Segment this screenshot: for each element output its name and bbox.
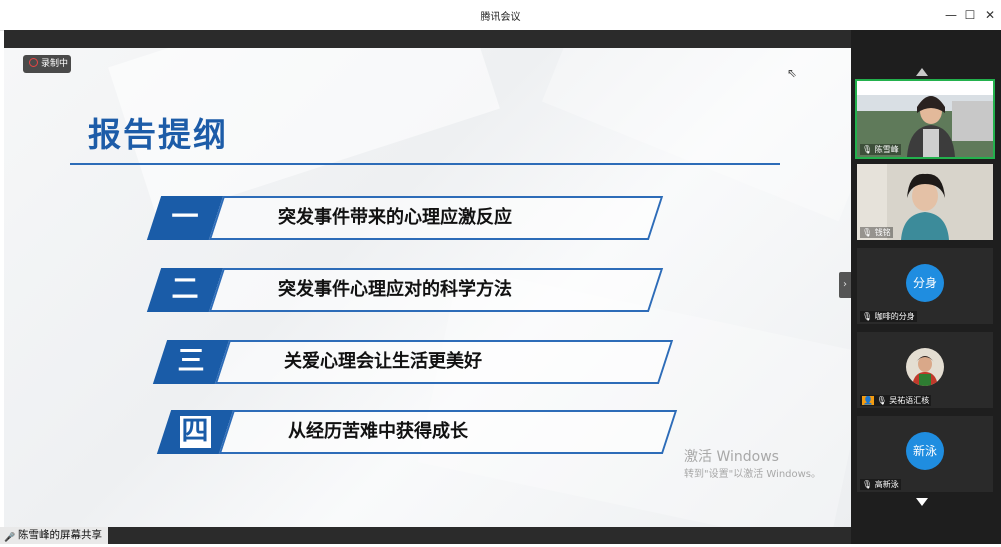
user-icon: 👤 bbox=[862, 396, 874, 405]
muted-microphone-icon: 🎙 bbox=[862, 480, 873, 489]
participant-avatar: 分身 bbox=[906, 264, 944, 302]
window-title-bar: 腾讯会议 — ☐ ✕ bbox=[0, 0, 1001, 31]
activation-watermark-title: 激活 Windows bbox=[684, 449, 779, 465]
participant-name: 🎙 钱铭 bbox=[860, 227, 893, 238]
participant-tile-1[interactable]: 🎙 陈雪峰 bbox=[855, 79, 995, 159]
recording-badge[interactable]: 录制中 bbox=[23, 55, 71, 73]
muted-microphone-icon: 🎙 bbox=[862, 312, 873, 321]
sidebar-toggle-button[interactable]: › bbox=[839, 272, 851, 298]
minimize-button[interactable]: — bbox=[942, 6, 960, 24]
maximize-button[interactable]: ☐ bbox=[961, 6, 979, 24]
participant-name: 🎙 高新泳 bbox=[860, 479, 901, 490]
participant-avatar: 新泳 bbox=[906, 432, 944, 470]
share-status-bar: 🎤 陈雪峰的屏幕共享 bbox=[0, 527, 851, 544]
presentation-slide: 录制中 ⇖ 报告提纲 一 突发事件带来的心理应激反应 二 突发事件心理应对的科学… bbox=[4, 48, 851, 542]
participant-name: 🎙 咖啡的分身 bbox=[860, 311, 917, 322]
heading-underline bbox=[70, 163, 780, 165]
screen-share-label[interactable]: 🎤 陈雪峰的屏幕共享 bbox=[0, 527, 108, 544]
scroll-down-icon[interactable] bbox=[916, 498, 928, 506]
muted-microphone-icon: 🎙 bbox=[862, 228, 873, 237]
scroll-up-icon[interactable] bbox=[916, 68, 928, 76]
participant-tile-2[interactable]: 🎙 钱铭 bbox=[857, 164, 993, 240]
muted-microphone-icon: 🎙 bbox=[876, 396, 887, 405]
outline-item-2: 二 突发事件心理应对的科学方法 bbox=[146, 268, 664, 312]
participant-panel: 🎙 陈雪峰 🎙 钱铭 分身 🎙 咖啡的分身 👤 🎙 吴祐语汇核 新泳 🎙 高新泳 bbox=[851, 30, 1001, 544]
outline-text-box: 突发事件心理应对的科学方法 bbox=[208, 268, 664, 312]
outline-text-box: 从经历苦难中获得成长 bbox=[218, 410, 678, 454]
outline-text-box: 突发事件带来的心理应激反应 bbox=[208, 196, 664, 240]
participant-tile-5[interactable]: 新泳 🎙 高新泳 bbox=[857, 416, 993, 492]
activation-watermark-subtitle: 转到"设置"以激活 Windows。 bbox=[684, 469, 822, 480]
participant-name: 🎙 陈雪峰 bbox=[860, 144, 901, 155]
outline-item-1: 一 突发事件带来的心理应激反应 bbox=[146, 196, 664, 240]
outline-item-3: 三 关爱心理会让生活更美好 bbox=[152, 340, 674, 384]
participant-name: 👤 🎙 吴祐语汇核 bbox=[860, 395, 932, 406]
record-icon bbox=[29, 58, 38, 67]
slide-heading: 报告提纲 bbox=[88, 115, 228, 154]
window-title: 腾讯会议 bbox=[480, 12, 521, 23]
participant-tile-4[interactable]: 👤 🎙 吴祐语汇核 bbox=[857, 332, 993, 408]
shared-screen: 录制中 ⇖ 报告提纲 一 突发事件带来的心理应激反应 二 突发事件心理应对的科学… bbox=[0, 30, 851, 544]
participant-avatar bbox=[906, 348, 944, 386]
microphone-icon: 🎤 bbox=[4, 533, 16, 543]
outline-text-box: 关爱心理会让生活更美好 bbox=[214, 340, 674, 384]
participant-tile-3[interactable]: 分身 🎙 咖啡的分身 bbox=[857, 248, 993, 324]
microphone-icon: 🎙 bbox=[862, 145, 873, 154]
close-button[interactable]: ✕ bbox=[981, 6, 999, 24]
recording-label: 录制中 bbox=[41, 59, 69, 69]
outline-item-4: 四 从经历苦难中获得成长 bbox=[156, 410, 678, 454]
mouse-cursor-icon: ⇖ bbox=[787, 66, 798, 80]
